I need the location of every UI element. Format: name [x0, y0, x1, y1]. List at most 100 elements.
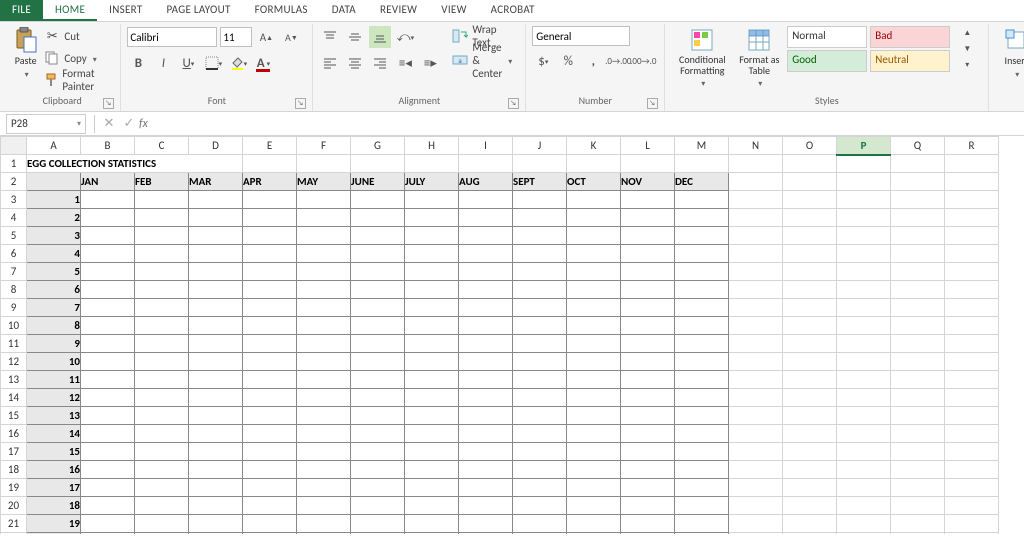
col-header-A[interactable]: A: [27, 137, 81, 155]
data-cell[interactable]: [567, 245, 621, 263]
cell[interactable]: [891, 299, 945, 317]
cell[interactable]: [945, 407, 999, 425]
data-cell[interactable]: [189, 515, 243, 533]
data-cell[interactable]: [621, 209, 675, 227]
data-cell[interactable]: [243, 479, 297, 497]
cell[interactable]: [945, 479, 999, 497]
cell[interactable]: [945, 461, 999, 479]
col-header-G[interactable]: G: [351, 137, 405, 155]
row-header-3[interactable]: 3: [1, 191, 27, 209]
row-label-cell[interactable]: [27, 173, 81, 191]
data-cell[interactable]: [567, 515, 621, 533]
cell[interactable]: [729, 227, 783, 245]
data-cell[interactable]: [351, 407, 405, 425]
style-good[interactable]: Good: [787, 50, 867, 72]
data-cell[interactable]: [135, 515, 189, 533]
data-cell[interactable]: [459, 335, 513, 353]
row-header-10[interactable]: 10: [1, 317, 27, 335]
data-cell[interactable]: [351, 533, 405, 535]
data-cell[interactable]: [351, 389, 405, 407]
data-cell[interactable]: [81, 443, 135, 461]
data-cell[interactable]: [81, 371, 135, 389]
month-header-cell[interactable]: NOV: [621, 173, 675, 191]
col-header-J[interactable]: J: [513, 137, 567, 155]
data-cell[interactable]: [243, 425, 297, 443]
bold-button[interactable]: B: [127, 52, 149, 74]
cell[interactable]: [297, 155, 351, 173]
data-cell[interactable]: [567, 533, 621, 535]
cell[interactable]: [945, 299, 999, 317]
tab-formulas[interactable]: FORMULAS: [243, 0, 320, 21]
data-cell[interactable]: [297, 533, 351, 535]
cell[interactable]: [837, 317, 891, 335]
tab-home[interactable]: HOME: [43, 0, 97, 21]
data-cell[interactable]: [189, 263, 243, 281]
data-cell[interactable]: [189, 479, 243, 497]
data-cell[interactable]: [81, 191, 135, 209]
data-cell[interactable]: [243, 461, 297, 479]
data-cell[interactable]: [405, 497, 459, 515]
data-cell[interactable]: [135, 191, 189, 209]
row-header-22[interactable]: 22: [1, 533, 27, 535]
cell[interactable]: [729, 191, 783, 209]
fx-icon[interactable]: fx: [139, 117, 148, 131]
cell[interactable]: [783, 533, 837, 535]
data-cell[interactable]: [621, 191, 675, 209]
data-cell[interactable]: [297, 407, 351, 425]
cell[interactable]: [891, 191, 945, 209]
data-cell[interactable]: [297, 479, 351, 497]
data-cell[interactable]: [135, 371, 189, 389]
cell[interactable]: [891, 245, 945, 263]
cell[interactable]: [729, 533, 783, 535]
data-cell[interactable]: [567, 425, 621, 443]
cell[interactable]: [729, 245, 783, 263]
data-cell[interactable]: [621, 425, 675, 443]
col-header-P[interactable]: P: [837, 137, 891, 155]
data-cell[interactable]: [297, 461, 351, 479]
data-cell[interactable]: [243, 209, 297, 227]
data-cell[interactable]: [243, 515, 297, 533]
styles-scroll-up[interactable]: ▲: [956, 26, 978, 40]
row-label-cell[interactable]: 1: [27, 191, 81, 209]
data-cell[interactable]: [135, 425, 189, 443]
data-cell[interactable]: [405, 425, 459, 443]
data-cell[interactable]: [81, 281, 135, 299]
data-cell[interactable]: [189, 533, 243, 535]
data-cell[interactable]: [135, 389, 189, 407]
data-cell[interactable]: [405, 479, 459, 497]
style-normal[interactable]: Normal: [787, 26, 867, 48]
cell[interactable]: [837, 461, 891, 479]
row-label-cell[interactable]: 6: [27, 281, 81, 299]
data-cell[interactable]: [135, 209, 189, 227]
cell[interactable]: [891, 515, 945, 533]
cell[interactable]: [891, 533, 945, 535]
cell[interactable]: [783, 425, 837, 443]
cell[interactable]: [837, 389, 891, 407]
row-header-17[interactable]: 17: [1, 443, 27, 461]
cell[interactable]: [945, 155, 999, 173]
data-cell[interactable]: [459, 227, 513, 245]
data-cell[interactable]: [675, 227, 729, 245]
col-header-K[interactable]: K: [567, 137, 621, 155]
col-header-M[interactable]: M: [675, 137, 729, 155]
data-cell[interactable]: [567, 191, 621, 209]
cell[interactable]: [621, 155, 675, 173]
data-cell[interactable]: [189, 209, 243, 227]
data-cell[interactable]: [189, 299, 243, 317]
border-button[interactable]: ▾: [202, 52, 224, 74]
data-cell[interactable]: [243, 353, 297, 371]
data-cell[interactable]: [567, 461, 621, 479]
formula-input[interactable]: [154, 114, 1024, 134]
data-cell[interactable]: [459, 389, 513, 407]
data-cell[interactable]: [189, 317, 243, 335]
data-cell[interactable]: [459, 299, 513, 317]
data-cell[interactable]: [135, 245, 189, 263]
cell[interactable]: [837, 353, 891, 371]
data-cell[interactable]: [675, 191, 729, 209]
cell[interactable]: [729, 173, 783, 191]
data-cell[interactable]: [567, 443, 621, 461]
number-format-select[interactable]: [532, 26, 630, 46]
cell[interactable]: [783, 281, 837, 299]
data-cell[interactable]: [567, 479, 621, 497]
cell[interactable]: [729, 317, 783, 335]
